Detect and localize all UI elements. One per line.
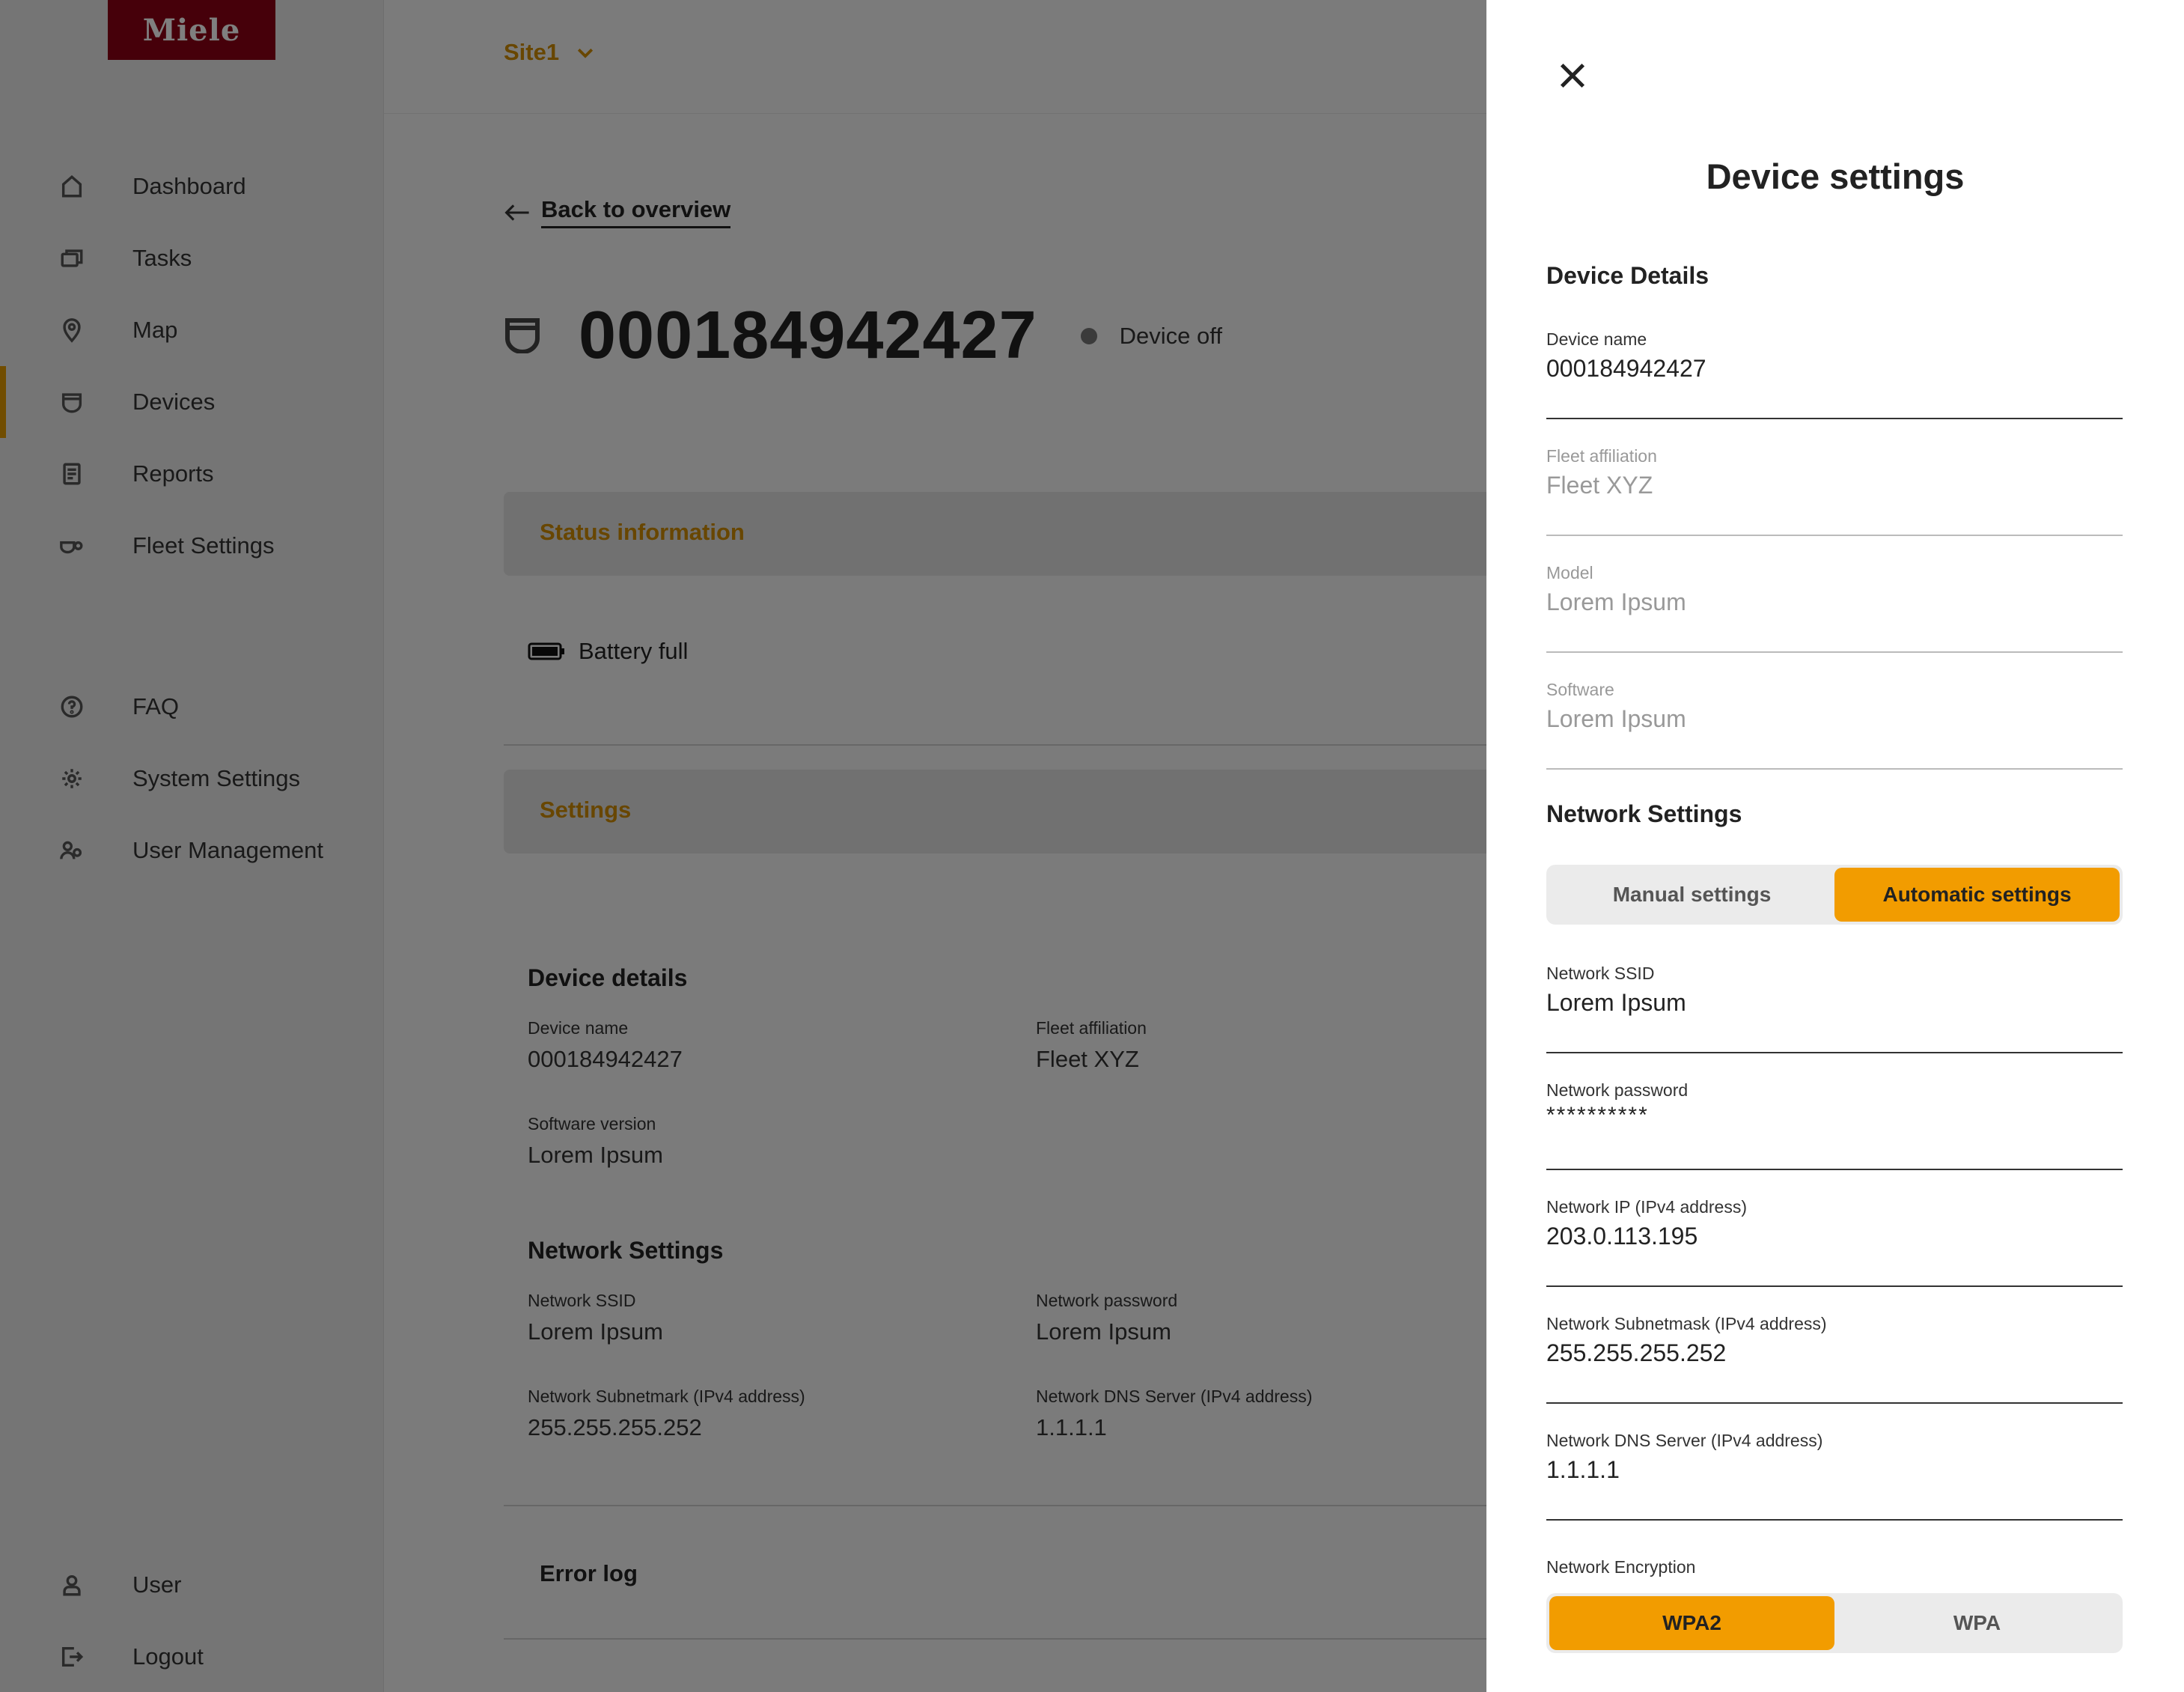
field-value: Lorem Ipsum xyxy=(1546,588,1686,615)
network-ip-field[interactable]: Network IP (IPv4 address) 203.0.113.195 xyxy=(1546,1197,2123,1287)
field-value: 000184942427 xyxy=(1546,355,1706,382)
field-value: Lorem Ipsum xyxy=(1546,705,1686,732)
drawer-title: Device settings xyxy=(1706,156,1965,196)
field-value: 203.0.113.195 xyxy=(1546,1223,1698,1250)
wpa-option[interactable]: WPA xyxy=(1834,1596,2120,1650)
fleet-affiliation-field: Fleet affiliation Fleet XYZ xyxy=(1546,446,2123,536)
model-field: Model Lorem Ipsum xyxy=(1546,563,2123,653)
field-label: Model xyxy=(1546,563,1593,582)
manual-settings-option[interactable]: Manual settings xyxy=(1549,868,1834,922)
field-label: Device name xyxy=(1546,329,1647,349)
modal-backdrop[interactable] xyxy=(0,0,1486,1692)
device-settings-drawer: Device settings Device Details Device na… xyxy=(1486,0,2184,1692)
automatic-settings-option[interactable]: Automatic settings xyxy=(1834,868,2120,922)
wpa2-option[interactable]: WPA2 xyxy=(1549,1596,1834,1650)
field-label: Fleet affiliation xyxy=(1546,446,1657,466)
field-label: Network DNS Server (IPv4 address) xyxy=(1546,1431,1823,1450)
close-button[interactable] xyxy=(1554,57,1591,94)
field-label: Network password xyxy=(1546,1080,1689,1100)
field-value: 1.1.1.1 xyxy=(1546,1456,1620,1483)
field-value: Lorem Ipsum xyxy=(1546,989,1686,1016)
close-icon xyxy=(1560,63,1585,88)
device-details-heading: Device Details xyxy=(1546,262,1709,289)
network-ssid-field[interactable]: Network SSID Lorem Ipsum xyxy=(1546,964,2123,1053)
network-password-field[interactable]: Network password ********** xyxy=(1546,1080,2123,1170)
field-value: Fleet XYZ xyxy=(1546,472,1653,499)
field-value: ********** xyxy=(1546,1103,1649,1128)
field-label: Network IP (IPv4 address) xyxy=(1546,1197,1748,1217)
network-mode-toggle: Manual settings Automatic settings xyxy=(1546,865,2123,925)
device-name-field[interactable]: Device name 000184942427 xyxy=(1546,329,2123,419)
field-value: 255.255.255.252 xyxy=(1546,1339,1727,1366)
network-encryption-label: Network Encryption xyxy=(1546,1557,1696,1577)
field-label: Network Subnetmask (IPv4 address) xyxy=(1546,1314,1827,1333)
field-label: Software xyxy=(1546,680,1614,699)
network-encryption-toggle: WPA2 WPA xyxy=(1546,1593,2123,1653)
network-subnetmask-field[interactable]: Network Subnetmask (IPv4 address) 255.25… xyxy=(1546,1314,2123,1404)
network-settings-heading: Network Settings xyxy=(1546,800,1742,827)
field-label: Network SSID xyxy=(1546,964,1655,983)
network-dns-field[interactable]: Network DNS Server (IPv4 address) 1.1.1.… xyxy=(1546,1431,2123,1521)
software-field: Software Lorem Ipsum xyxy=(1546,680,2123,770)
